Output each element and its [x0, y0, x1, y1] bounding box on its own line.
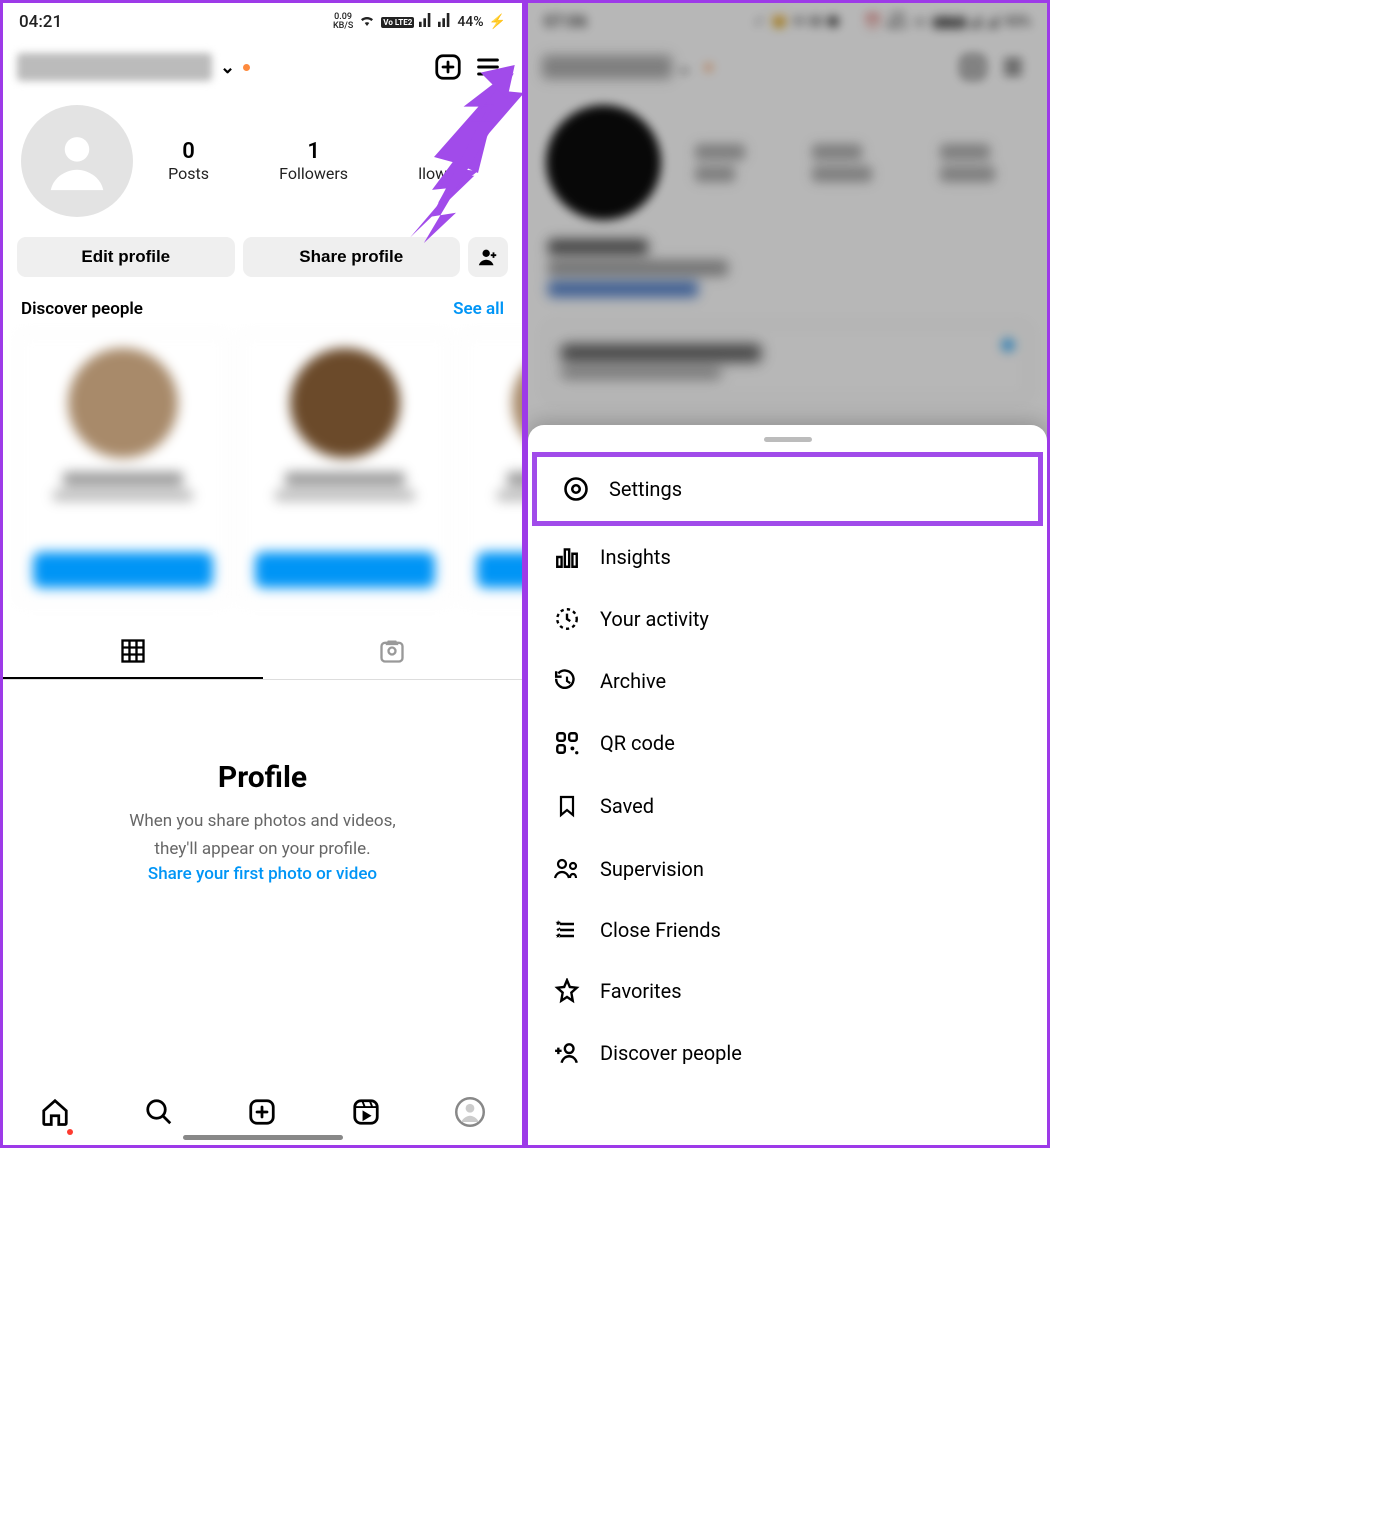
menu-item-close-friends[interactable]: ★★ Close Friends: [528, 900, 1047, 960]
settings-icon: [561, 475, 591, 503]
empty-title: Profile: [43, 760, 482, 795]
empty-profile-state: Profile When you share photos and videos…: [3, 680, 522, 924]
menu-item-saved[interactable]: Saved: [528, 774, 1047, 838]
tagged-icon: [378, 637, 406, 665]
home-notif-dot: [67, 1129, 73, 1135]
empty-sub-1: When you share photos and videos,: [43, 809, 482, 835]
profile-screen: 04:21 0.09KB/S Vo LTE2 44% ⚡ ⌄: [0, 0, 525, 1148]
tab-grid[interactable]: [3, 625, 263, 679]
menu-item-archive[interactable]: Archive: [528, 650, 1047, 712]
supervision-icon: [552, 856, 582, 882]
menu-label: Supervision: [600, 857, 704, 881]
menu-item-your-activity[interactable]: Your activity: [528, 588, 1047, 650]
discover-title: Discover people: [21, 299, 143, 319]
kbs-indicator: 0.09KB/S: [333, 13, 353, 31]
stat-following[interactable]: llowing: [418, 139, 469, 183]
options-sheet: Settings Insights Your activity Archive …: [528, 425, 1047, 1145]
wifi-icon: [358, 13, 376, 31]
signal-icon-1: [419, 13, 433, 31]
stat-followers[interactable]: 1 Followers: [279, 139, 348, 183]
close-friends-icon: ★★: [552, 918, 582, 942]
nav-create-icon[interactable]: [247, 1097, 277, 1131]
battery-percent: 44%: [457, 14, 483, 30]
insights-icon: [552, 544, 582, 570]
archive-icon: [552, 668, 582, 694]
menu-label: Favorites: [600, 979, 682, 1003]
edit-profile-button[interactable]: Edit profile: [17, 237, 235, 277]
discover-people-icon: [552, 1040, 582, 1066]
svg-text:★: ★: [555, 932, 561, 940]
menu-item-supervision[interactable]: Supervision: [528, 838, 1047, 900]
profile-actions: Edit profile Share profile: [3, 223, 522, 287]
menu-label: Archive: [600, 669, 666, 693]
saved-icon: [552, 792, 582, 820]
add-friend-button[interactable]: [468, 237, 508, 277]
menu-item-insights[interactable]: Insights: [528, 526, 1047, 588]
see-all-link[interactable]: See all: [453, 299, 504, 319]
favorites-icon: [552, 978, 582, 1004]
suggestion-card[interactable]: [239, 333, 451, 603]
lte-badge: Vo LTE2: [381, 17, 414, 28]
suggestion-card[interactable]: [461, 333, 522, 603]
status-time: 04:21: [19, 12, 62, 32]
discover-carousel[interactable]: [3, 323, 522, 623]
share-profile-button[interactable]: Share profile: [243, 237, 461, 277]
qr-icon: [552, 730, 582, 756]
charging-icon: ⚡: [489, 14, 506, 30]
menu-label: Discover people: [600, 1041, 742, 1065]
menu-label: Close Friends: [600, 918, 721, 942]
create-button[interactable]: [428, 47, 468, 87]
annotation-highlight: Settings: [532, 452, 1043, 526]
tab-tagged[interactable]: [263, 625, 523, 679]
menu-item-favorites[interactable]: Favorites: [528, 960, 1047, 1022]
gesture-bar: [183, 1135, 343, 1140]
menu-item-qr-code[interactable]: QR code: [528, 712, 1047, 774]
suggestion-card[interactable]: [17, 333, 229, 603]
nav-home-icon[interactable]: [40, 1097, 70, 1131]
svg-text:★: ★: [555, 919, 561, 927]
nav-profile-icon[interactable]: [455, 1097, 485, 1131]
menu-item-settings[interactable]: Settings: [537, 457, 1038, 521]
profile-stats-row: 0 Posts 1 Followers llowing: [3, 95, 522, 223]
profile-header: ⌄: [3, 39, 522, 95]
account-switcher-chevron[interactable]: ⌄: [220, 57, 235, 78]
menu-label: QR code: [600, 731, 675, 755]
sheet-handle[interactable]: [764, 437, 812, 442]
menu-label: Your activity: [600, 607, 709, 631]
profile-tabs: [3, 625, 522, 680]
menu-sheet-screen: 07:06 ✓🐱✉M⬢ ⏰ 109KB/S Vo LTE2 93% ⌄: [525, 0, 1050, 1148]
activity-icon: [552, 606, 582, 632]
menu-label: Insights: [600, 545, 671, 569]
signal-icon-2: [438, 13, 452, 31]
avatar[interactable]: [21, 105, 133, 217]
menu-label: Saved: [600, 794, 654, 818]
nav-reels-icon[interactable]: [351, 1097, 381, 1131]
menu-label: Settings: [609, 477, 682, 501]
username-blurred[interactable]: [17, 53, 212, 81]
status-bar: 04:21 0.09KB/S Vo LTE2 44% ⚡: [3, 3, 522, 39]
share-first-link[interactable]: Share your first photo or video: [43, 864, 482, 884]
hamburger-menu-icon[interactable]: [468, 47, 508, 87]
nav-search-icon[interactable]: [144, 1097, 174, 1131]
grid-icon: [119, 637, 147, 665]
stat-posts[interactable]: 0 Posts: [168, 139, 209, 183]
menu-item-discover-people[interactable]: Discover people: [528, 1022, 1047, 1084]
discover-header: Discover people See all: [3, 287, 522, 323]
notification-dot: [243, 64, 250, 71]
empty-sub-2: they'll appear on your profile.: [43, 837, 482, 863]
